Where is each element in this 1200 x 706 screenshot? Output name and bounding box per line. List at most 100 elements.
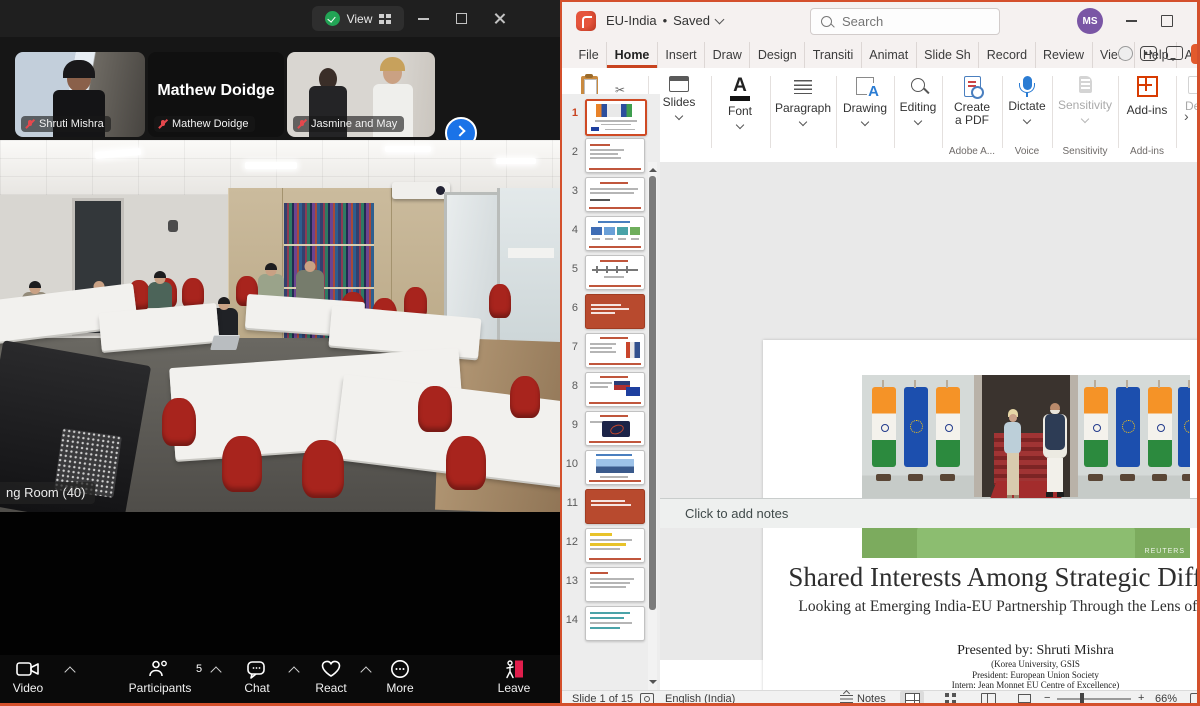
slide-thumb-13[interactable] <box>585 567 645 602</box>
video-button[interactable]: Video <box>0 659 56 695</box>
leave-button[interactable]: Leave <box>488 659 540 695</box>
slide-thumb-3[interactable] <box>585 177 645 212</box>
more-button[interactable]: More <box>375 659 425 695</box>
react-options-caret[interactable] <box>360 666 371 677</box>
paragraph-button[interactable]: Paragraph <box>771 74 835 125</box>
tab-design[interactable]: Design <box>750 42 805 68</box>
scroll-up-arrow[interactable] <box>649 164 657 172</box>
view-button[interactable]: View <box>312 6 404 31</box>
font-button[interactable]: A Font <box>712 74 768 128</box>
document-title[interactable]: EU-India • Saved <box>606 13 723 28</box>
account-avatar[interactable]: MS <box>1077 8 1103 34</box>
thumb-number: 14 <box>560 614 578 626</box>
scrollbar-thumb[interactable] <box>649 176 656 610</box>
slide-thumb-14[interactable] <box>585 606 645 641</box>
dictate-button[interactable]: Dictate <box>1003 74 1051 123</box>
notes-pane[interactable]: Click to add notes <box>660 498 1200 528</box>
editing-label: Editing <box>895 101 941 114</box>
chair <box>510 376 540 418</box>
search-box[interactable] <box>810 8 1000 35</box>
drawing-button[interactable]: Drawing <box>837 74 893 125</box>
ppt-minimize-button[interactable] <box>1126 20 1137 22</box>
zoom-minimize-button[interactable] <box>418 18 429 20</box>
thumb-image <box>591 227 602 235</box>
chat-options-caret[interactable] <box>288 666 299 677</box>
eu-flag <box>904 387 928 467</box>
comments-icon[interactable] <box>1166 46 1183 60</box>
video-tile-jasmine-may[interactable]: Jasmine and May <box>287 52 435 137</box>
chat-button[interactable]: Chat <box>232 659 282 695</box>
font-group: A Font <box>712 74 768 164</box>
tab-record[interactable]: Record <box>979 42 1035 68</box>
tab-animations[interactable]: Animat <box>862 42 917 68</box>
slide-thumb-1[interactable] <box>585 99 647 136</box>
sensitivity-label: Sensitivity <box>1053 99 1117 112</box>
react-button[interactable]: React <box>306 659 356 695</box>
ppt-maximize-button[interactable] <box>1161 15 1173 27</box>
video-options-caret[interactable] <box>64 666 75 677</box>
create-pdf-label-2: a PDF <box>943 114 1001 127</box>
name-label: Jasmine and May <box>293 116 404 132</box>
video-tile-shruti[interactable]: Shruti Mishra <box>15 52 145 137</box>
slide-thumb-11[interactable] <box>585 489 645 524</box>
voice-caption: Voice <box>1003 146 1051 157</box>
editing-button[interactable]: Editing <box>895 74 941 124</box>
participants-options-caret[interactable] <box>210 666 221 677</box>
font-label: Font <box>712 105 768 118</box>
video-tile-mathew[interactable]: Mathew Doidge Mathew Doidge <box>148 52 284 137</box>
paragraph-label: Paragraph <box>771 102 835 115</box>
slide-photo[interactable]: REUTERS <box>862 375 1190 558</box>
tab-review[interactable]: Review <box>1036 42 1093 68</box>
chair <box>302 440 344 498</box>
thumb-number: 5 <box>560 263 578 275</box>
zoom-close-button[interactable] <box>494 12 506 24</box>
tab-transitions[interactable]: Transiti <box>805 42 862 68</box>
slides-icon <box>669 76 689 92</box>
slide-thumb-6[interactable] <box>585 294 645 329</box>
notes-toggle-icon[interactable] <box>840 695 853 703</box>
thumb-number: 12 <box>560 536 578 548</box>
thumb-image <box>596 104 632 117</box>
attendee <box>296 270 324 300</box>
slide-thumb-12[interactable] <box>585 528 645 563</box>
slide-thumb-9[interactable] <box>585 411 645 446</box>
presenter-block[interactable]: Presented by: Shruti Mishra (Korea Unive… <box>763 643 1200 691</box>
participants-button[interactable]: Participants <box>120 659 200 695</box>
copilot-icon[interactable] <box>1140 46 1157 61</box>
tab-draw[interactable]: Draw <box>705 42 750 68</box>
zoom-maximize-button[interactable] <box>456 13 467 24</box>
laptop <box>210 336 239 350</box>
slide-thumb-8[interactable] <box>585 372 645 407</box>
slide-title[interactable]: Shared Interests Among Strategic Differe… <box>763 562 1200 593</box>
participant-name: Mathew Doidge <box>172 118 248 130</box>
scroll-down-arrow[interactable] <box>649 680 657 688</box>
slide-subtitle[interactable]: Looking at Emerging India-EU Partnership… <box>763 598 1200 616</box>
zoom-slider-track[interactable] <box>1057 698 1131 700</box>
slide-thumb-10[interactable] <box>585 450 645 485</box>
sensitivity-button[interactable]: Sensitivity <box>1053 74 1117 122</box>
slide-thumb-5[interactable] <box>585 255 645 290</box>
participant-display-name: Mathew Doidge <box>148 82 284 100</box>
tab-home[interactable]: Home <box>607 42 658 68</box>
adobe-caption: Adobe A... <box>943 146 1001 157</box>
projector <box>392 182 450 199</box>
slide-thumb-2[interactable] <box>585 138 645 173</box>
tab-insert[interactable]: Insert <box>658 42 705 68</box>
create-pdf-button[interactable]: Create a PDF <box>943 74 1001 127</box>
designer-group: Desi <box>1155 74 1199 164</box>
thumbnail-scrollbar[interactable] <box>648 162 657 706</box>
ribbon-more-chevron[interactable]: › <box>1184 108 1189 124</box>
slide-thumb-7[interactable] <box>585 333 645 368</box>
recording-indicator-icon[interactable] <box>1118 46 1133 61</box>
dictate-chevron-icon <box>1023 116 1031 124</box>
search-input[interactable] <box>840 13 964 30</box>
tab-slideshow[interactable]: Slide Sh <box>917 42 980 68</box>
tab-file[interactable]: File <box>570 42 607 68</box>
slide-thumb-4[interactable] <box>585 216 645 251</box>
affiliation-line: President: European Union Society <box>763 670 1200 681</box>
more-label: More <box>375 681 425 695</box>
drawing-icon <box>856 77 874 95</box>
wall-camera <box>168 220 178 232</box>
title-chevron-icon <box>715 14 725 24</box>
cut-icon[interactable] <box>615 81 637 93</box>
